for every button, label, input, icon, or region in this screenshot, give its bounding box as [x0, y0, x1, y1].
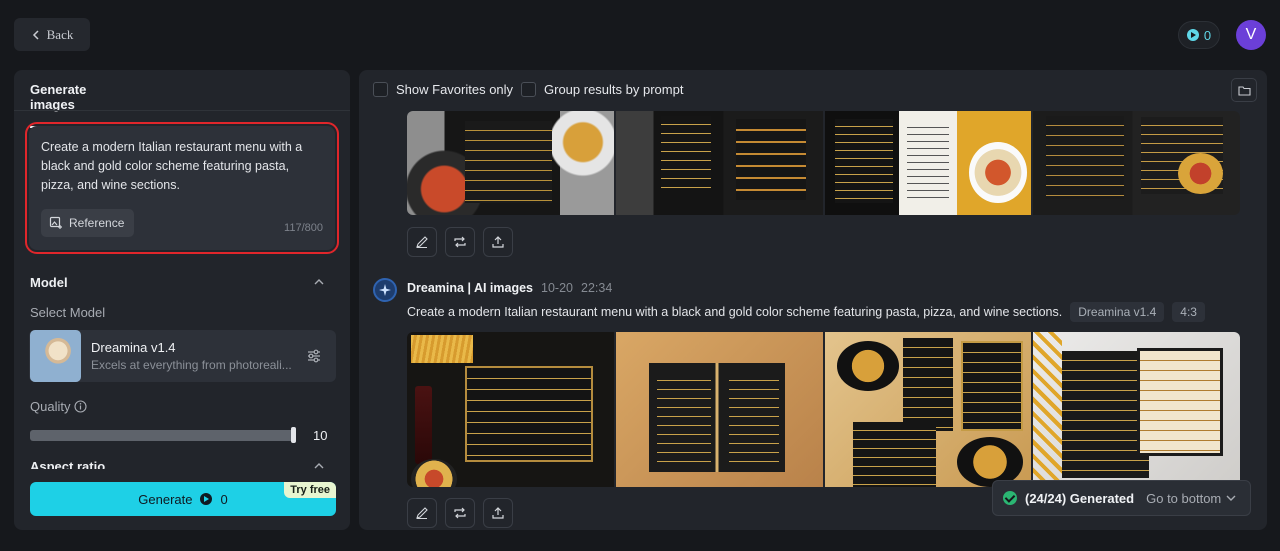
- chevron-up-icon[interactable]: [314, 461, 324, 471]
- try-free-badge: Try free: [284, 482, 336, 498]
- folder-icon: [1237, 85, 1251, 96]
- generated-image[interactable]: [824, 111, 1032, 215]
- credit-coin-icon: [1186, 29, 1199, 41]
- info-icon[interactable]: [74, 400, 87, 413]
- results-panel: Show Favorites only Group results by pro…: [359, 70, 1267, 530]
- model-description: Excels at everything from photoreali...: [91, 358, 292, 372]
- tab-generate-images[interactable]: Generate images: [30, 82, 127, 128]
- credits-count: 0: [1203, 27, 1212, 43]
- edit-button[interactable]: [407, 498, 437, 528]
- group-results-filter[interactable]: Group results by prompt: [521, 82, 683, 97]
- edit-button[interactable]: [407, 227, 437, 257]
- image-add-icon: [49, 216, 62, 229]
- quality-value: 10: [313, 428, 328, 443]
- show-favorites-checkbox[interactable]: [373, 82, 388, 97]
- pencil-icon: [416, 507, 428, 519]
- chevron-left-icon: [32, 29, 39, 40]
- generate-button[interactable]: Generate 0 Try free: [30, 482, 336, 516]
- model-selector[interactable]: Dreamina v1.4 Excels at everything from …: [29, 330, 336, 382]
- upload-icon: [492, 236, 504, 248]
- generated-image[interactable]: [615, 111, 823, 215]
- quality-label: Quality: [30, 399, 71, 414]
- generate-label: Generate: [138, 491, 193, 507]
- group-results-checkbox[interactable]: [521, 82, 536, 97]
- model-thumbnail: [30, 330, 81, 382]
- group-results-label: Group results by prompt: [544, 82, 684, 97]
- ratio-tag: 4:3: [1172, 302, 1205, 322]
- generate-panel: Generate images Create a modern Italian …: [14, 70, 350, 530]
- upload-icon: [492, 507, 504, 519]
- generation-author: Dreamina | AI images: [407, 281, 534, 295]
- generated-image[interactable]: [1033, 332, 1240, 487]
- model-name: Dreamina v1.4: [91, 340, 176, 355]
- char-count: 117/800: [284, 222, 323, 234]
- repeat-icon: [454, 507, 466, 519]
- avatar[interactable]: V: [1236, 20, 1266, 50]
- prompt-text[interactable]: Create a modern Italian restaurant menu …: [41, 138, 321, 195]
- credits-badge[interactable]: 0: [1178, 21, 1220, 49]
- generation-prompt-line: Create a modern Italian restaurant menu …: [407, 302, 1205, 322]
- generation-date: 10-20: [541, 281, 573, 295]
- quality-slider[interactable]: [30, 430, 296, 441]
- generation-status: (24/24) Generated Go to bottom: [992, 480, 1251, 516]
- model-tag: Dreamina v1.4: [1070, 302, 1165, 322]
- folder-button[interactable]: [1231, 78, 1257, 102]
- generated-image[interactable]: [407, 332, 614, 487]
- go-to-bottom-label: Go to bottom: [1146, 490, 1222, 506]
- show-favorites-filter[interactable]: Show Favorites only: [373, 82, 513, 97]
- credit-coin-icon: [200, 493, 213, 505]
- reference-button[interactable]: Reference: [41, 209, 135, 237]
- generated-image[interactable]: [407, 111, 614, 215]
- prompt-input[interactable]: Create a modern Italian restaurant menu …: [25, 122, 339, 254]
- tab-divider: [14, 110, 350, 111]
- generation-meta: Dreamina | AI images 10-20 22:34: [407, 281, 612, 295]
- generation-time: 22:34: [581, 281, 613, 295]
- regenerate-button[interactable]: [445, 227, 475, 257]
- aspect-ratio-title: Aspect ratio: [30, 459, 106, 469]
- generated-image[interactable]: [615, 332, 823, 487]
- check-circle-icon: [1003, 491, 1017, 505]
- pencil-icon: [416, 236, 428, 248]
- repeat-icon: [454, 236, 466, 248]
- chevron-up-icon[interactable]: [314, 277, 324, 287]
- generated-image[interactable]: [1033, 111, 1240, 215]
- model-section-title: Model: [30, 275, 68, 290]
- sliders-icon[interactable]: [306, 348, 322, 364]
- chevron-down-icon: [1226, 495, 1236, 501]
- generate-cost: 0: [220, 491, 228, 507]
- reference-label: Reference: [69, 216, 125, 230]
- back-button[interactable]: Back: [14, 18, 90, 51]
- generated-count: (24/24) Generated: [1025, 490, 1135, 506]
- quality-slider-handle[interactable]: [291, 427, 296, 443]
- result-images: [407, 332, 1240, 487]
- go-to-bottom-button[interactable]: Go to bottom: [1146, 491, 1236, 506]
- regenerate-button[interactable]: [445, 498, 475, 528]
- action-row-top: [407, 227, 513, 257]
- generated-image[interactable]: [824, 332, 1032, 487]
- back-label: Back: [46, 26, 74, 42]
- result-images-top: [407, 111, 1240, 215]
- show-favorites-label: Show Favorites only: [396, 82, 514, 97]
- generation-prompt[interactable]: Create a modern Italian restaurant menu …: [407, 305, 1062, 319]
- select-model-label: Select Model: [30, 305, 106, 320]
- action-row: [407, 498, 513, 528]
- export-button[interactable]: [483, 227, 513, 257]
- dreamina-logo-icon: [373, 278, 397, 302]
- export-button[interactable]: [483, 498, 513, 528]
